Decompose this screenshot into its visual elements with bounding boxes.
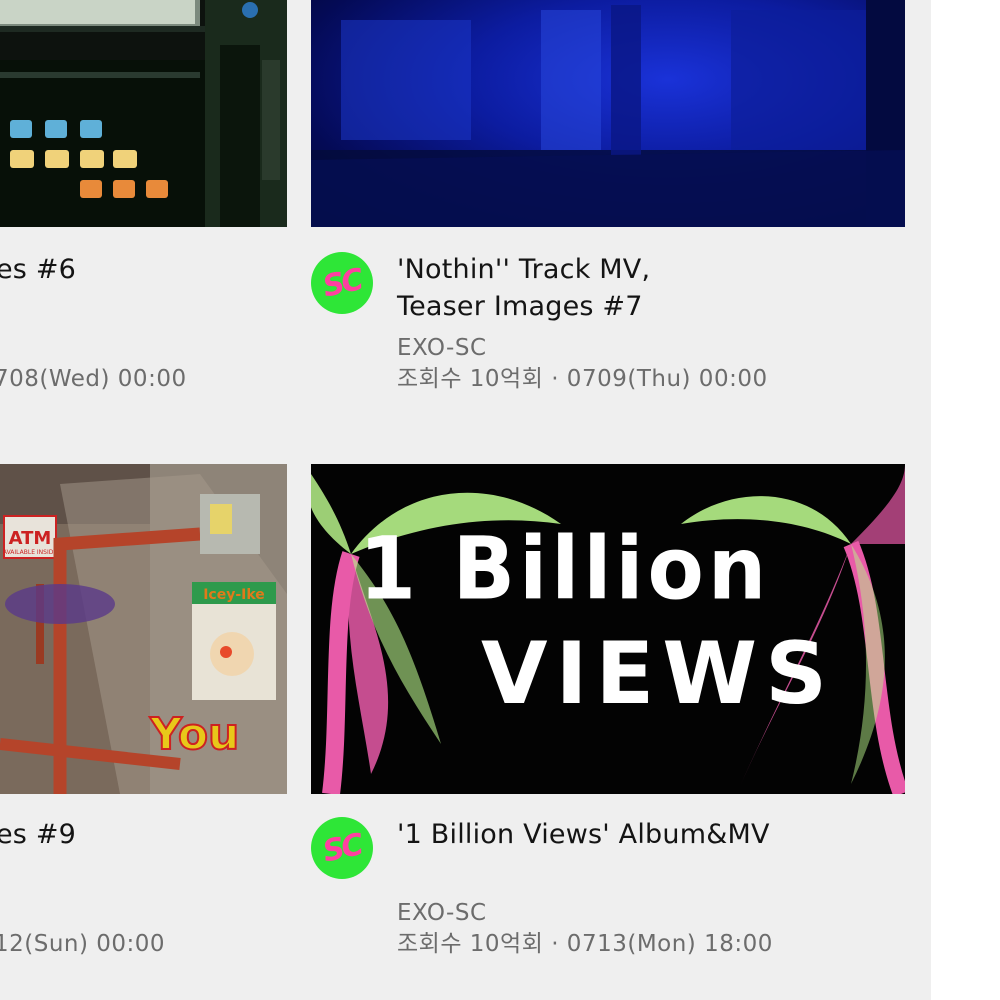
video-title-teaser-6[interactable]: es #6 — [0, 251, 76, 288]
poster-title: Icey-Ike — [203, 587, 265, 603]
video-meta-teaser-9: 12(Sun) 00:00 — [0, 931, 166, 957]
video-thumbnail-teaser-6[interactable] — [0, 0, 287, 227]
atm-sign: ATM — [9, 528, 52, 549]
graffiti-wall-illustration: ATM AVAILABLE INSIDE Icey-Ike You — [0, 464, 287, 794]
video-title-line2[interactable]: Teaser Images #7 — [397, 288, 643, 325]
video-grid-panel: es #6 708(Wed) 00:00 SC 'Nothin'' Track … — [0, 0, 931, 1000]
avatar-logo-text: SC — [319, 261, 365, 305]
blue-room-illustration — [311, 0, 905, 227]
video-title-line1[interactable]: '1 Billion Views' Album&MV — [397, 816, 770, 853]
atm-sign-sub: AVAILABLE INSIDE — [3, 549, 58, 556]
graffiti-you: You — [149, 709, 239, 760]
video-thumbnail-teaser-9[interactable]: ATM AVAILABLE INSIDE Icey-Ike You — [0, 464, 287, 794]
video-title-teaser-9[interactable]: es #9 — [0, 816, 76, 853]
channel-name[interactable]: EXO-SC — [397, 898, 487, 929]
artwork-headline-line2: VIEWS — [481, 624, 836, 724]
video-meta: 조회수 10억회 · 0709(Thu) 00:00 — [397, 366, 768, 392]
avatar-logo-text: SC — [319, 826, 365, 870]
video-meta-teaser-6: 708(Wed) 00:00 — [0, 366, 187, 392]
channel-avatar-exo-sc[interactable]: SC — [311, 252, 373, 314]
video-thumbnail-nothin-teaser-7[interactable] — [311, 0, 905, 227]
video-thumbnail-1-billion-views[interactable]: 1 Billion VIEWS — [311, 464, 905, 794]
video-meta: 조회수 10억회 · 0713(Mon) 18:00 — [397, 931, 773, 957]
channel-name[interactable]: EXO-SC — [397, 333, 487, 364]
artwork-headline-line1: 1 Billion — [359, 519, 771, 620]
channel-avatar-exo-sc[interactable]: SC — [311, 817, 373, 879]
video-title-line1[interactable]: 'Nothin'' Track MV, — [397, 251, 650, 288]
arcade-illustration — [0, 0, 287, 227]
